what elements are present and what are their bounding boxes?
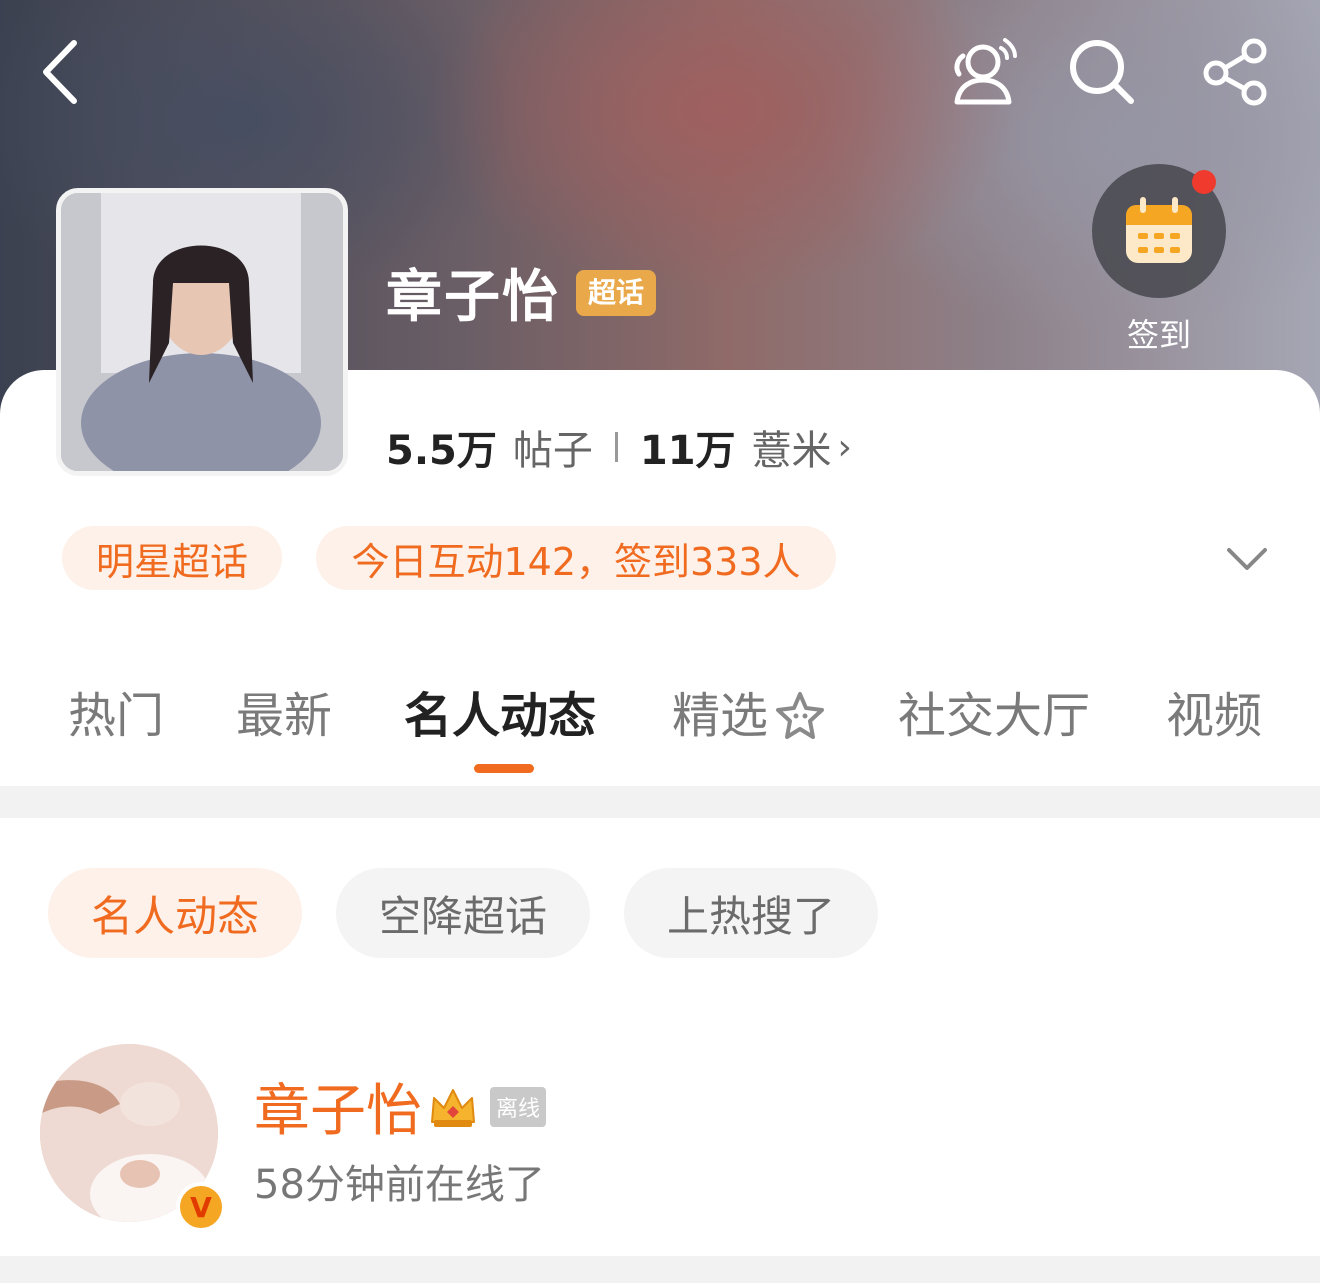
chevron-right-icon: › bbox=[837, 426, 852, 468]
activity-pill[interactable]: 今日互动142，签到333人 bbox=[316, 526, 836, 590]
share-icon bbox=[1203, 38, 1267, 106]
people-icon bbox=[954, 38, 1017, 105]
search-icon bbox=[1070, 40, 1134, 104]
tab-social-hall[interactable]: 社交大厅 bbox=[898, 676, 1090, 756]
super-topic-badge: 超话 bbox=[576, 269, 657, 316]
user-name-row: 章子怡 离线 bbox=[254, 1066, 547, 1147]
calendar-icon bbox=[1126, 197, 1192, 263]
topic-title: 章子怡 bbox=[386, 265, 560, 330]
avatar-photo bbox=[61, 193, 343, 471]
user-name[interactable]: 章子怡 bbox=[254, 1066, 422, 1147]
verified-badge: V bbox=[176, 1182, 226, 1232]
bottom-divider bbox=[0, 1256, 1320, 1283]
active-tab-indicator bbox=[474, 764, 534, 773]
checkin-button[interactable] bbox=[1092, 164, 1226, 298]
back-icon bbox=[43, 40, 77, 104]
offline-badge: 离线 bbox=[490, 1086, 547, 1127]
fans-count: 11万 bbox=[639, 428, 736, 474]
tab-featured-label: 精选 bbox=[672, 688, 769, 744]
super-fans-button[interactable] bbox=[940, 30, 1026, 110]
filter-chip-airdrop[interactable]: 空降超话 bbox=[336, 868, 590, 958]
tab-latest[interactable]: 最新 bbox=[236, 676, 332, 756]
star-icon bbox=[776, 692, 825, 739]
filter-chip-celebrity-updates[interactable]: 名人动态 bbox=[48, 868, 302, 958]
section-divider bbox=[0, 786, 1320, 818]
tab-celebrity-updates[interactable]: 名人动态 bbox=[404, 676, 596, 756]
topic-avatar[interactable] bbox=[56, 188, 348, 476]
topic-title-row: 章子怡 超话 bbox=[386, 252, 657, 333]
topic-stats[interactable]: 5.5万 帖子 11万 薏米 › bbox=[386, 418, 852, 476]
search-button[interactable] bbox=[1064, 34, 1140, 110]
crown-icon bbox=[431, 1088, 475, 1127]
posts-label: 帖子 bbox=[512, 428, 593, 474]
tab-hot[interactable]: 热门 bbox=[68, 676, 164, 756]
back-button[interactable] bbox=[28, 36, 92, 108]
tab-video[interactable]: 视频 bbox=[1166, 676, 1262, 756]
filter-chip-trending[interactable]: 上热搜了 bbox=[624, 868, 878, 958]
fans-label: 薏米 bbox=[751, 428, 832, 474]
tab-bar: 热门 最新 名人动态 精选 社交大厅 视频 bbox=[0, 676, 1320, 756]
expand-button[interactable] bbox=[1220, 534, 1274, 584]
share-button[interactable] bbox=[1196, 34, 1276, 110]
chevron-down-icon bbox=[1227, 548, 1267, 570]
checkin-label: 签到 bbox=[1126, 316, 1191, 354]
posts-count: 5.5万 bbox=[386, 428, 497, 474]
notification-dot bbox=[1192, 170, 1216, 194]
user-online-status: 58分钟前在线了 bbox=[254, 1162, 545, 1208]
category-pill[interactable]: 明星超话 bbox=[62, 526, 282, 590]
stats-divider bbox=[614, 432, 618, 462]
tab-featured[interactable]: 精选 bbox=[672, 676, 828, 756]
